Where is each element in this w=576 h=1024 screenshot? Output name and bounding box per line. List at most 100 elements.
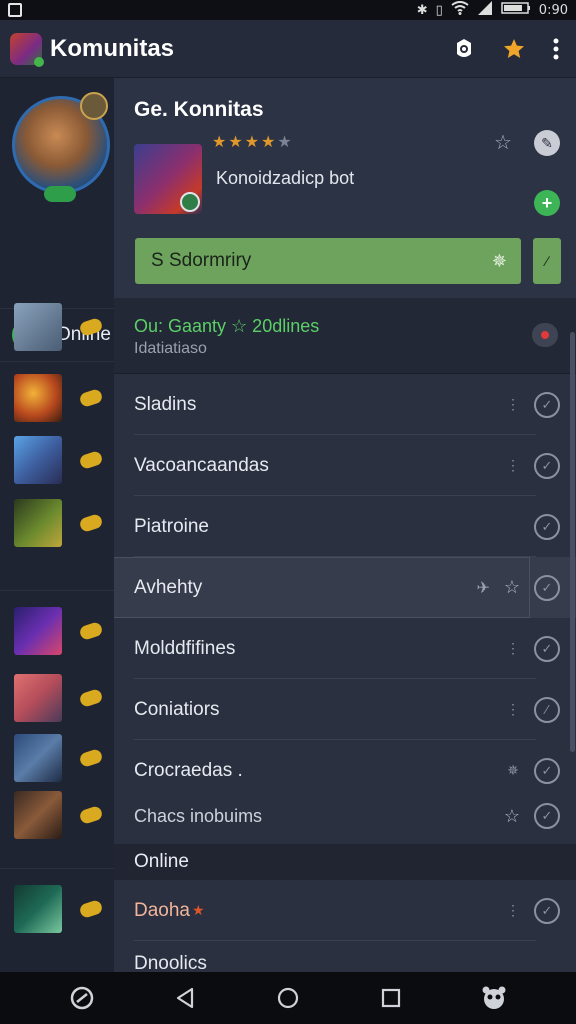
summary-button-label: S Sdormriry xyxy=(151,250,252,271)
rail-community-item[interactable] xyxy=(14,673,110,723)
list-item-selected[interactable]: Avhehty ✈ ☆ ✓ xyxy=(114,557,576,618)
community-thumb xyxy=(14,303,62,351)
check-icon[interactable]: ✓ xyxy=(534,803,560,829)
community-thumb xyxy=(14,885,62,933)
community-subtitle: Konoidzadicp bot xyxy=(216,168,355,188)
online-item-label: Daoha xyxy=(134,899,190,921)
list-item-label: Molddfifines xyxy=(134,637,236,659)
check-icon[interactable]: ✓ xyxy=(534,897,560,924)
check-icon[interactable]: ∕ xyxy=(534,696,560,723)
community-thumb xyxy=(14,499,62,547)
app-switcher-logo-icon[interactable] xyxy=(62,978,102,1018)
signal-icon xyxy=(477,1,493,19)
drag-handle-icon[interactable]: ⋮ xyxy=(506,457,520,474)
online-list-item[interactable]: Dnoolics xyxy=(114,941,576,972)
coin-icon xyxy=(78,512,104,534)
list-item-label: Sladins xyxy=(134,393,197,415)
home-icon[interactable] xyxy=(268,978,308,1018)
notification-bell-icon[interactable] xyxy=(452,37,476,61)
online-section-header: Online xyxy=(114,844,576,880)
coin-icon xyxy=(78,747,104,769)
record-icon[interactable] xyxy=(532,323,558,347)
star-outline-icon[interactable]: ☆ xyxy=(504,806,520,827)
coin-icon xyxy=(78,620,104,642)
list-item-label: Coniatiors xyxy=(134,698,220,720)
flame-icon: ★ xyxy=(192,902,205,918)
list-item-label: Crocraedas . xyxy=(134,759,243,781)
check-icon[interactable]: ✓ xyxy=(534,635,560,662)
list-item[interactable]: Vacoancaandas ⋮ ✓ xyxy=(114,435,576,496)
list-item-label: Vacoancaandas xyxy=(134,454,269,476)
drag-handle-icon[interactable]: ⋮ xyxy=(506,396,520,413)
rail-divider xyxy=(0,590,114,591)
check-icon[interactable]: ✓ xyxy=(534,513,560,540)
drag-handle-icon[interactable]: ✵ xyxy=(506,762,520,779)
rail-divider xyxy=(0,868,114,869)
system-nav-bar xyxy=(0,972,576,1024)
list-item[interactable]: Chacs inobuims ☆ ✓ xyxy=(114,788,576,844)
list-item[interactable]: Sladins ⋮ ✓ xyxy=(114,374,576,435)
drag-handle-icon[interactable]: ⋮ xyxy=(506,902,520,919)
status-bar: ✱ ▯ 0:90 xyxy=(0,0,576,20)
list-item-label: Piatroine xyxy=(134,515,209,537)
add-button[interactable]: + xyxy=(534,190,560,216)
community-thumb xyxy=(14,436,62,484)
rating-stars: ★★★★★ xyxy=(212,134,294,151)
list-item[interactable]: Molddfifines ⋮ ✓ xyxy=(114,618,576,679)
community-thumb xyxy=(14,674,62,722)
scrollbar[interactable] xyxy=(570,332,575,752)
status-line: Ou: Gaanty ☆ 20dlines xyxy=(134,316,320,336)
check-icon[interactable]: ✓ xyxy=(534,452,560,479)
community-thumb xyxy=(14,734,62,782)
rail-community-item[interactable] xyxy=(14,373,110,423)
status-card: Ou: Gaanty ☆ 20dlines Idatiatiaso xyxy=(114,298,576,374)
clock: 0:90 xyxy=(538,2,568,18)
app-logo-icon xyxy=(10,32,44,67)
vibrate-icon: ▯ xyxy=(435,2,443,18)
rail-community-item[interactable] xyxy=(14,884,110,934)
avatar-status-badge xyxy=(44,186,76,202)
community-header: Ge. Konnitas ★★★★★ ☆ ✎ Konoidzadicp bot … xyxy=(114,78,576,298)
game-thumbnail[interactable] xyxy=(134,144,202,214)
community-title: Ge. Konnitas xyxy=(134,98,264,121)
back-icon[interactable] xyxy=(165,978,205,1018)
rail-community-item[interactable] xyxy=(14,435,110,485)
favorite-star-icon[interactable] xyxy=(502,37,526,61)
coin-icon xyxy=(78,449,104,471)
list-item[interactable]: Coniatiors ⋮ ∕ xyxy=(114,679,576,740)
online-item-label: Dnoolics xyxy=(134,953,207,972)
assistant-icon[interactable] xyxy=(474,978,514,1018)
edit-button[interactable]: ✎ xyxy=(534,130,560,156)
notification-icon xyxy=(8,3,22,17)
drag-handle-icon[interactable]: ⋮ xyxy=(506,701,520,718)
online-list-item[interactable]: Daoha ★ ⋮ ✓ xyxy=(114,880,576,941)
community-panel: Ge. Konnitas ★★★★★ ☆ ✎ Konoidzadicp bot … xyxy=(114,78,576,972)
check-icon[interactable]: ✓ xyxy=(534,574,560,601)
app-title: Komunitas xyxy=(50,34,175,62)
rail-community-item[interactable] xyxy=(14,733,110,783)
coin-icon xyxy=(78,804,104,826)
status-subline: Idatiatiaso xyxy=(134,340,207,357)
rail-community-item[interactable] xyxy=(14,302,110,352)
pin-icon: ✵ xyxy=(491,250,507,271)
community-rail: ↗ Online xyxy=(0,78,114,972)
app-bar: Komunitas xyxy=(0,20,576,78)
coin-icon xyxy=(78,387,104,409)
drag-handle-icon[interactable]: ⋮ xyxy=(506,640,520,657)
favorite-outline-icon[interactable]: ☆ xyxy=(494,130,512,155)
cta-side-button[interactable]: ∕ xyxy=(533,238,561,284)
community-thumb xyxy=(14,374,62,422)
community-thumb xyxy=(14,791,62,839)
coin-icon xyxy=(78,898,104,920)
rail-community-item[interactable] xyxy=(14,606,110,656)
rail-community-item[interactable] xyxy=(14,790,110,840)
recents-icon[interactable] xyxy=(371,978,411,1018)
community-thumb xyxy=(14,607,62,655)
list-item[interactable]: Piatroine ✓ xyxy=(114,496,576,557)
check-icon[interactable]: ✓ xyxy=(534,391,560,418)
more-options-icon[interactable] xyxy=(552,37,560,61)
rail-community-item[interactable] xyxy=(14,498,110,548)
coin-icon xyxy=(78,316,104,338)
summary-button[interactable]: S Sdormriry ✵ xyxy=(135,238,521,284)
check-icon[interactable]: ✓ xyxy=(534,757,560,784)
